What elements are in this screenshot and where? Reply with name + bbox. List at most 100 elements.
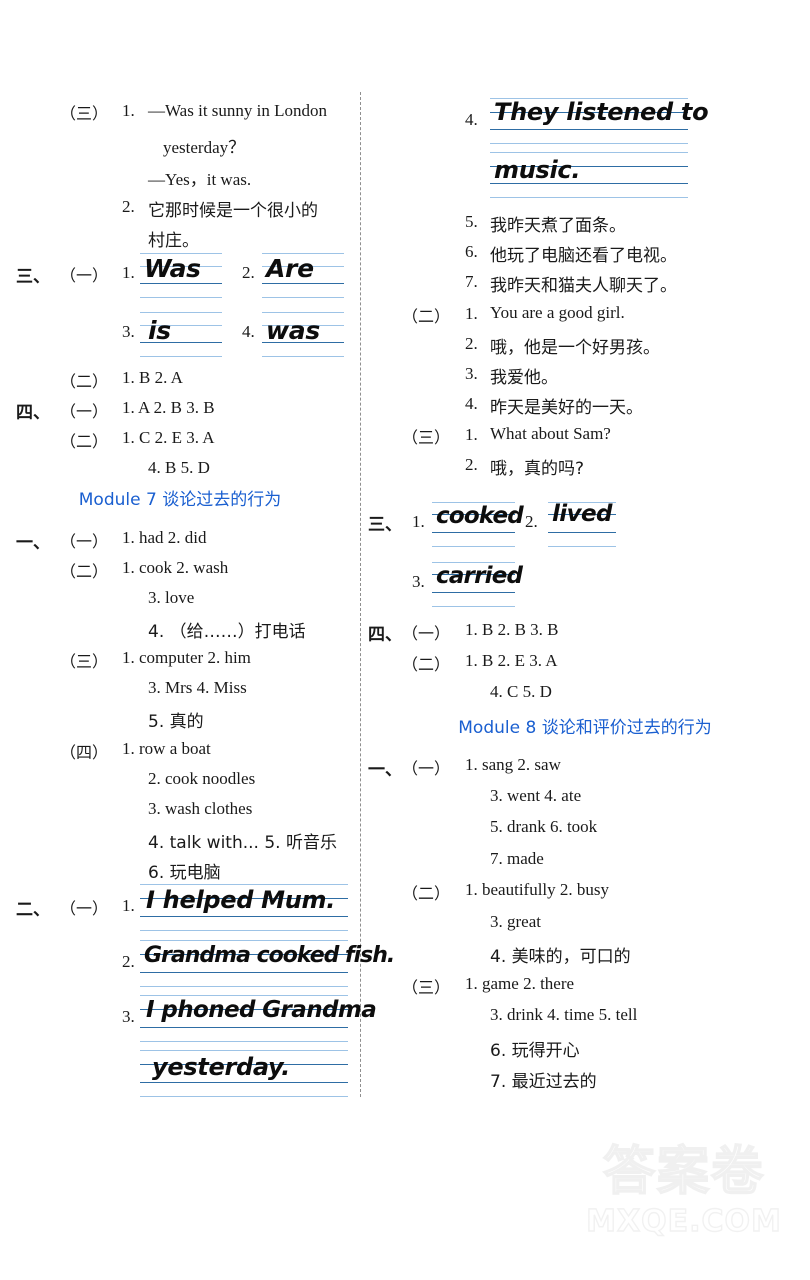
hw-rule-block-1: Was (140, 253, 222, 303)
r-sec4-row-0-label: （一） (402, 624, 451, 643)
r-hw-word-c1: cooked (436, 503, 524, 529)
r-cn-text-6: 他玩了电脑还看了电视。 (490, 246, 677, 266)
r-hw-rule-c2: lived (548, 501, 616, 550)
r-group-er-text-1: You are a good girl. (490, 303, 625, 322)
m8-group-2-line-2: 6. 玩得开心 (490, 1041, 580, 1061)
left-answer-1-line-1: —Was it sunny in London (148, 101, 328, 120)
left-group-er-label: （二） (60, 372, 109, 391)
m8-group-2-label: （三） (402, 978, 451, 997)
hw-num-2: 2. (242, 263, 255, 282)
hw-sent-rule-4: yesterday. (140, 1050, 348, 1102)
r-sec4-row-1-answers: 1. B 2. E 3. A (465, 651, 558, 670)
m8-group-1-label: （二） (402, 884, 451, 903)
hw-sentence-2: Grandma cooked fish. (144, 943, 395, 968)
r-hw-sentence-1: They listened to (494, 98, 709, 126)
left-column: （三） 1. —Was it sunny in London yesterday… (0, 0, 395, 1280)
m7-group-3-line-3: 4. talk with... 5. 听音乐 (148, 833, 337, 853)
left-group-san-label: （三） (60, 104, 109, 123)
hw-rule-block-2: Are (262, 253, 344, 303)
m7-group-2-line-2: 5. 真的 (148, 712, 204, 732)
left-group-er-answers: 1. B 2. A (122, 368, 183, 387)
left-sec4-row-1-answers: 1. C 2. E 3. A (122, 428, 215, 447)
m7-group-2-1-label: （一） (60, 899, 109, 918)
r-group-er-num-1: 1. (465, 304, 478, 323)
r-sec4-row-0-answers: 1. B 2. B 3. B (465, 620, 559, 639)
m8-group-0-line-1: 3. went 4. ate (490, 786, 582, 805)
r-hw-num-4: 4. (465, 110, 478, 129)
r-sec4-row-1-label: （二） (402, 655, 451, 674)
hw-sent-rule-3: I phoned Grandma (140, 995, 377, 1047)
module-7-title: Module 7 谈论过去的行为 (78, 490, 282, 510)
hw-rule-block-4: was (262, 312, 344, 362)
m7-group-3-line-1: 2. cook noodles (148, 769, 256, 788)
r-group-san-num-2: 2. (465, 455, 478, 474)
hw-sent-num-2: 2. (122, 952, 135, 971)
hw-num-3: 3. (122, 322, 135, 341)
left-section-4-heading: 四、 (16, 403, 50, 423)
m8-group-0-line-0: 1. sang 2. saw (465, 755, 561, 774)
hw-sentence-1: I helped Mum. (146, 886, 336, 914)
left-section-3-group-label: （一） (60, 266, 109, 285)
r-group-er-text-2: 哦，他是一个好男孩。 (490, 338, 660, 358)
hw-num-1: 1. (122, 263, 135, 282)
m7-heading-2: 二、 (16, 900, 50, 920)
hw-num-4: 4. (242, 322, 255, 341)
r-sec4-row-2-answers: 4. C 5. D (490, 682, 552, 701)
r-hw-word-c3: carried (436, 563, 523, 589)
r-cn-text-5: 我昨天煮了面条。 (490, 216, 626, 236)
r-hw-num-c2: 2. (525, 512, 538, 531)
r-cn-num-7: 7. (465, 272, 478, 291)
m7-group-1-line-0: 1. cook 2. wash (122, 558, 229, 577)
r-hw-word-c2: lived (552, 501, 612, 527)
left-answer-1-line-2: yesterday？ (163, 138, 246, 157)
left-item-num-1: 1. (122, 101, 135, 120)
r-group-er-text-3: 我爱他。 (490, 368, 558, 388)
left-sec4-row-1-label: （二） (60, 432, 109, 451)
m7-group-3-label: （四） (60, 743, 109, 762)
left-section-3-heading: 三、 (16, 267, 50, 287)
hw-word-2: Are (266, 254, 314, 283)
m8-group-1-line-0: 1. beautifully 2. busy (465, 880, 610, 899)
m7-group-0-label: （一） (60, 532, 109, 551)
m8-group-0-label: （一） (402, 759, 451, 778)
r-group-san-label: （三） (402, 428, 451, 447)
m8-group-1-line-1: 3. great (490, 912, 541, 931)
m7-group-3-line-0: 1. row a boat (122, 739, 211, 758)
m7-group-2-line-0: 1. computer 2. him (122, 648, 251, 667)
hw-sent-num-3: 3. (122, 1007, 135, 1026)
r-cn-text-7: 我昨天和猫夫人聊天了。 (490, 276, 677, 296)
r-group-er-text-4: 昨天是美好的一天。 (490, 398, 643, 418)
hw-sent-rule-1: I helped Mum. (140, 884, 348, 936)
m7-group-3-line-2: 3. wash clothes (148, 799, 253, 818)
answer-key-page: （三） 1. —Was it sunny in London yesterday… (0, 0, 810, 1280)
r-hw-rule-2: music. (490, 152, 688, 202)
hw-sentence-4: yesterday. (152, 1053, 290, 1081)
r-group-er-num-2: 2. (465, 334, 478, 353)
r-hw-rule-c3: carried (432, 562, 523, 610)
r-cn-num-6: 6. (465, 242, 478, 261)
m7-group-1-line-1: 3. love (148, 588, 195, 607)
left-item-num-2: 2. (122, 197, 135, 216)
m8-group-2-line-3: 7. 最近过去的 (490, 1072, 597, 1092)
r-hw-sentence-2: music. (494, 156, 581, 184)
r-group-er-num-3: 3. (465, 364, 478, 383)
r-group-er-num-4: 4. (465, 394, 478, 413)
left-sec4-row-2-answers: 4. B 5. D (148, 458, 210, 477)
r-sec4-heading: 四、 (368, 625, 402, 645)
right-column: 4. They listened to music. 5. 我昨天煮了面条。 6… (360, 0, 810, 1280)
r-cn-num-5: 5. (465, 212, 478, 231)
left-sec4-row-0-label: （一） (60, 402, 109, 421)
hw-sentence-3: I phoned Grandma (146, 997, 377, 1023)
hw-sent-rule-2: Grandma cooked fish. (140, 940, 395, 992)
r-group-san-text-2: 哦，真的吗? (490, 459, 585, 479)
r-group-san-num-1: 1. (465, 425, 478, 444)
m8-group-0-line-3: 7. made (490, 849, 544, 868)
r-group-san-text-1: What about Sam? (490, 424, 611, 443)
hw-sent-num-1: 1. (122, 896, 135, 915)
r-hw-rule-1: They listened to (490, 98, 709, 148)
module-8-title: Module 8 谈论和评价过去的行为 (458, 718, 712, 738)
m7-group-1-label: （二） (60, 562, 109, 581)
m8-group-2-line-0: 1. game 2. there (465, 974, 575, 993)
m8-group-2-line-1: 3. drink 4. time 5. tell (490, 1005, 638, 1024)
r-hw-num-c1: 1. (412, 512, 425, 531)
